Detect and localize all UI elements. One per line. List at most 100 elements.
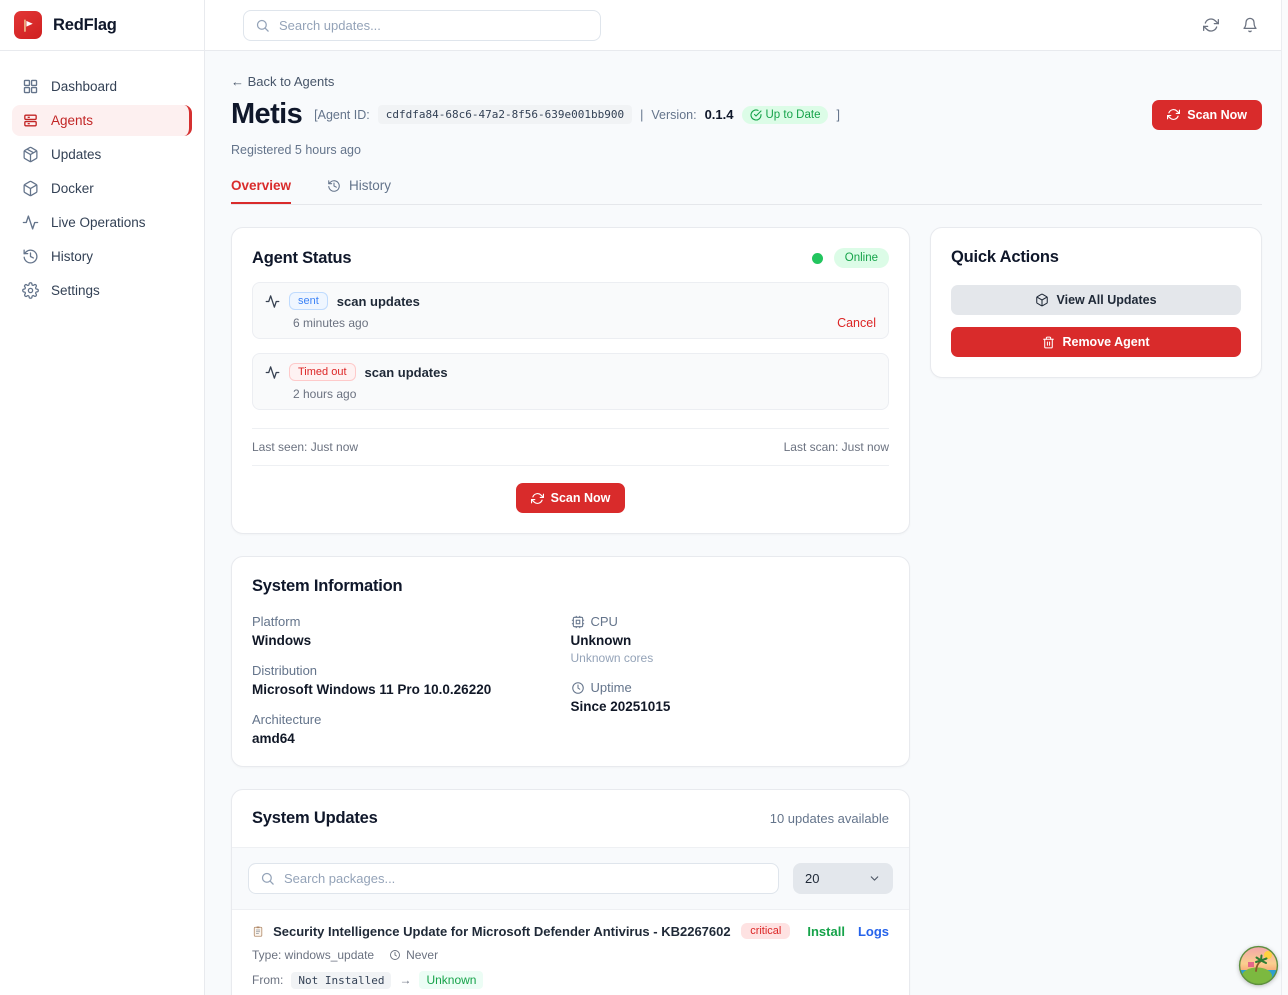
uptime-label: Uptime	[591, 680, 632, 695]
sidebar-item-label: Agents	[51, 113, 93, 128]
pipe-separator: |	[640, 108, 643, 122]
sidebar-item-label: Settings	[51, 283, 100, 298]
clock-icon	[389, 949, 401, 961]
event-action: scan updates	[365, 365, 448, 380]
status-event-row: sent scan updates 6 minutes ago Cancel	[252, 282, 889, 339]
sidebar-item-label: Live Operations	[51, 215, 146, 230]
sidebar-item-history[interactable]: History	[12, 241, 192, 272]
main-area: ← Back to Agents Metis [Agent ID: cdfdfa…	[205, 0, 1288, 995]
sidebar: RedFlag Dashboard Agents Updates Docker …	[0, 0, 205, 995]
back-to-agents-link[interactable]: ← Back to Agents	[231, 74, 334, 89]
architecture-label: Architecture	[252, 712, 571, 727]
clock-icon	[571, 681, 585, 695]
logs-link[interactable]: Logs	[858, 924, 889, 939]
tab-bar: Overview History	[231, 178, 1262, 205]
system-updates-card: System Updates 10 updates available 20	[231, 789, 910, 995]
page-content: ← Back to Agents Metis [Agent ID: cdfdfa…	[205, 51, 1288, 995]
app-window: RedFlag Dashboard Agents Updates Docker …	[0, 0, 1288, 995]
bell-icon[interactable]	[1242, 17, 1258, 33]
quick-actions-title: Quick Actions	[951, 248, 1241, 267]
sidebar-item-agents[interactable]: Agents	[12, 105, 192, 136]
sidebar-item-updates[interactable]: Updates	[12, 139, 192, 170]
updates-available-count: 10 updates available	[770, 811, 889, 826]
package-icon	[22, 146, 39, 163]
system-info-card: System Information Platform Windows Dist…	[231, 556, 910, 767]
brand-name: RedFlag	[53, 16, 117, 35]
cancel-link[interactable]: Cancel	[837, 316, 876, 330]
sidebar-item-label: Updates	[51, 147, 101, 162]
grid-icon	[22, 78, 39, 95]
distribution-value: Microsoft Windows 11 Pro 10.0.26220	[252, 682, 571, 697]
status-meta-row: Last seen: Just now Last scan: Just now	[252, 428, 889, 466]
activity-icon	[22, 214, 39, 231]
update-title: Security Intelligence Update for Microso…	[273, 924, 732, 939]
tab-overview[interactable]: Overview	[231, 178, 291, 204]
distribution-label: Distribution	[252, 663, 571, 678]
updates-toolbar: 20	[232, 847, 909, 910]
search-icon	[260, 871, 275, 886]
severity-badge: critical	[741, 923, 790, 939]
remove-agent-button[interactable]: Remove Agent	[951, 327, 1241, 357]
search-packages-input[interactable]	[284, 871, 767, 886]
version-value: 0.1.4	[705, 107, 734, 122]
event-status-badge: sent	[289, 292, 328, 310]
update-type: Type: windows_update	[252, 948, 374, 962]
agent-status-card: Agent Status Online sent scan updates	[231, 227, 910, 534]
global-search[interactable]	[243, 10, 601, 41]
refresh-icon[interactable]	[1203, 17, 1219, 33]
last-scan-text: Last scan: Just now	[784, 440, 889, 454]
cpu-field: CPU Unknown Unknown cores	[571, 614, 890, 665]
online-status: Online	[812, 248, 889, 268]
topbar-actions	[1203, 17, 1258, 33]
search-updates-input[interactable]	[279, 18, 589, 33]
agent-id-value: cdfdfa84-68c6-47a2-8f56-639e001bb900	[378, 105, 632, 124]
sidebar-nav: Dashboard Agents Updates Docker Live Ope…	[0, 51, 204, 306]
architecture-field: Architecture amd64	[252, 712, 571, 746]
floating-island-button[interactable]	[1238, 945, 1279, 986]
update-row: Security Intelligence Update for Microso…	[232, 910, 909, 995]
page-size-select[interactable]: 20	[793, 863, 893, 894]
search-icon	[255, 18, 270, 33]
package-icon	[1035, 293, 1049, 307]
system-updates-title: System Updates	[252, 809, 378, 828]
agent-id-label: [Agent ID:	[314, 108, 370, 122]
agent-header: Metis [Agent ID: cdfdfa84-68c6-47a2-8f56…	[231, 98, 1262, 131]
sidebar-item-label: Dashboard	[51, 79, 117, 94]
reboot-required: Never	[406, 948, 438, 962]
up-to-date-badge: Up to Date	[742, 106, 829, 124]
from-label: From:	[252, 973, 283, 987]
registered-text: Registered 5 hours ago	[231, 143, 1262, 157]
sidebar-item-dashboard[interactable]: Dashboard	[12, 71, 192, 102]
cpu-cores: Unknown cores	[571, 651, 890, 665]
arrow-right: →	[399, 973, 411, 987]
tab-history[interactable]: History	[327, 178, 391, 204]
to-version: Unknown	[419, 971, 483, 989]
page-title: Metis	[231, 98, 302, 131]
event-time: 6 minutes ago	[293, 316, 368, 330]
sidebar-item-docker[interactable]: Docker	[12, 173, 192, 204]
cpu-value: Unknown	[571, 633, 890, 648]
package-search[interactable]	[248, 863, 779, 894]
sidebar-item-label: History	[51, 249, 93, 264]
online-badge: Online	[834, 248, 889, 268]
system-info-title: System Information	[252, 577, 889, 596]
cube-icon	[22, 180, 39, 197]
bracket-close: ]	[836, 108, 839, 122]
clipboard-icon	[252, 924, 264, 939]
sidebar-item-settings[interactable]: Settings	[12, 275, 192, 306]
platform-label: Platform	[252, 614, 571, 629]
cpu-label: CPU	[591, 614, 618, 629]
agents-icon	[22, 112, 39, 129]
scan-now-button[interactable]: Scan Now	[516, 483, 626, 513]
topbar	[205, 0, 1288, 51]
event-status-badge: Timed out	[289, 363, 356, 381]
sidebar-item-live-operations[interactable]: Live Operations	[12, 207, 192, 238]
from-version: Not Installed	[291, 972, 391, 989]
view-all-updates-button[interactable]: View All Updates	[951, 285, 1241, 315]
agent-status-title: Agent Status	[252, 249, 351, 268]
activity-icon	[265, 294, 280, 309]
scrollbar[interactable]	[1281, 0, 1288, 995]
install-link[interactable]: Install	[807, 924, 845, 939]
uptime-value: Since 20251015	[571, 699, 890, 714]
scan-now-button[interactable]: Scan Now	[1152, 100, 1262, 130]
